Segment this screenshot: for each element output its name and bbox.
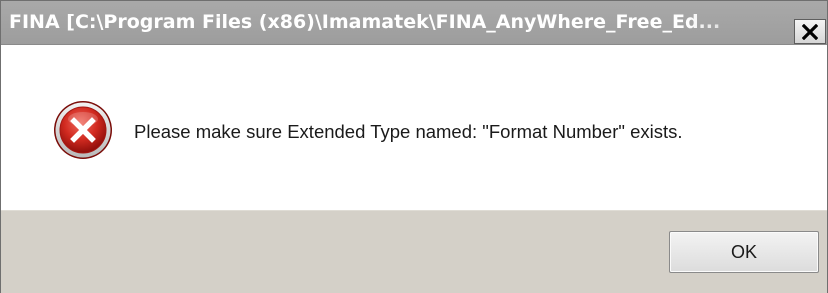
button-bar: OK <box>1 210 827 293</box>
title-bar[interactable]: FINA [C:\Program Files (x86)\Imamatek\FI… <box>1 1 827 45</box>
close-button[interactable] <box>794 19 826 44</box>
message-area: Please make sure Extended Type named: "F… <box>1 46 827 210</box>
error-icon <box>54 101 112 159</box>
error-dialog: FINA [C:\Program Files (x86)\Imamatek\FI… <box>0 0 828 293</box>
close-icon <box>802 23 818 40</box>
dialog-title: FINA [C:\Program Files (x86)\Imamatek\FI… <box>9 11 721 33</box>
error-message: Please make sure Extended Type named: "F… <box>134 121 683 142</box>
ok-button[interactable]: OK <box>669 231 819 273</box>
